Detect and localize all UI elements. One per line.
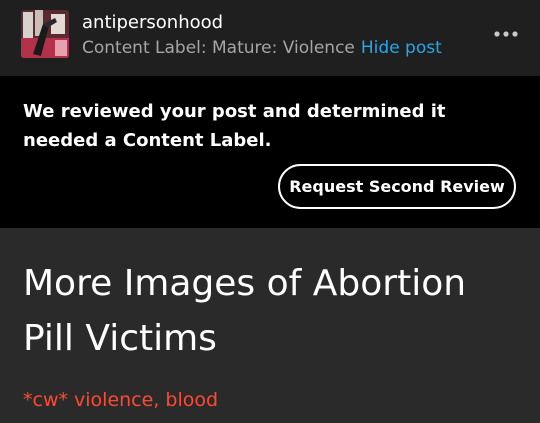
content-label-line: Content Label: Mature: Violence Hide post (82, 36, 442, 60)
post-username[interactable]: antipersonhood (82, 11, 223, 35)
avatar[interactable] (21, 10, 69, 58)
post-header: antipersonhood Content Label: Mature: Vi… (0, 0, 540, 76)
content-label-text: Content Label: Mature: Violence (82, 38, 355, 58)
content-warning-text: *cw* violence, blood (23, 389, 219, 411)
content-label-notice: We reviewed your post and determined it … (0, 76, 540, 228)
post-body: More Images of Abortion Pill Victims *cw… (0, 228, 540, 423)
hide-post-link[interactable]: Hide post (361, 38, 442, 58)
notice-message: We reviewed your post and determined it … (23, 101, 446, 151)
more-horizontal-icon[interactable] (493, 26, 519, 40)
request-second-review-button[interactable]: Request Second Review (278, 164, 516, 209)
post-title: More Images of Abortion Pill Victims (23, 263, 467, 359)
